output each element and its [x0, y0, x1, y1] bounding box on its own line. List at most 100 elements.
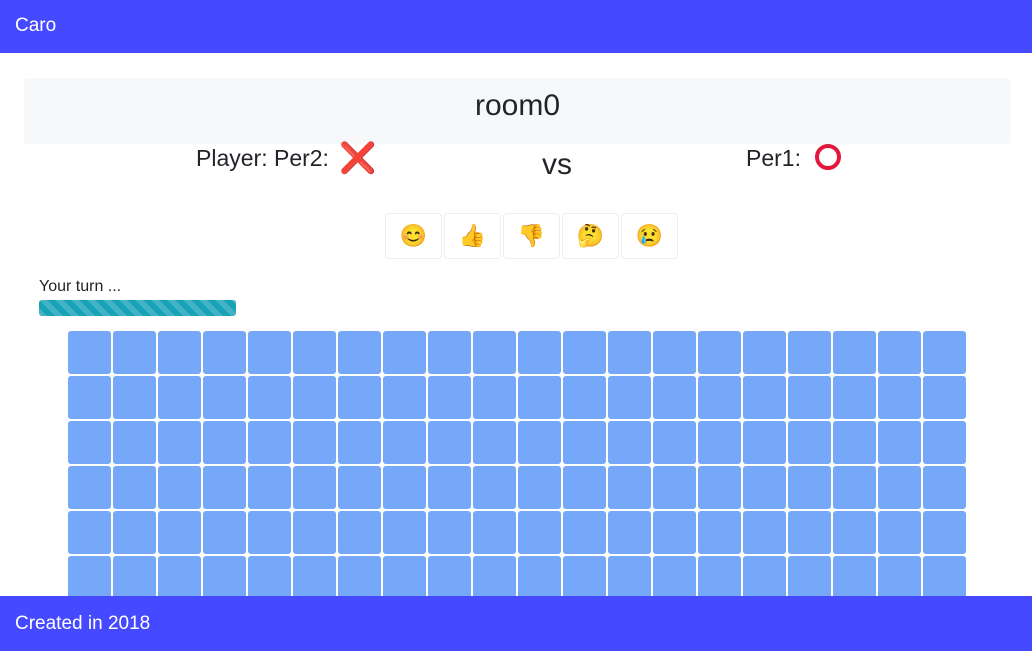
board-cell[interactable] — [293, 511, 336, 554]
board-cell[interactable] — [923, 466, 966, 509]
board-cell[interactable] — [788, 511, 831, 554]
reaction-crying-button[interactable]: 😢 — [621, 213, 678, 259]
board-cell[interactable] — [113, 331, 156, 374]
board-cell[interactable] — [878, 376, 921, 419]
board-cell[interactable] — [158, 421, 201, 464]
board-cell[interactable] — [203, 376, 246, 419]
board-cell[interactable] — [428, 466, 471, 509]
board-cell[interactable] — [833, 421, 876, 464]
board-cell[interactable] — [563, 466, 606, 509]
board-cell[interactable] — [518, 466, 561, 509]
board-cell[interactable] — [158, 331, 201, 374]
board-cell[interactable] — [158, 511, 201, 554]
board-cell[interactable] — [788, 331, 831, 374]
board-cell[interactable] — [338, 511, 381, 554]
board-cell[interactable] — [878, 421, 921, 464]
board-cell[interactable] — [248, 466, 291, 509]
board-cell[interactable] — [878, 331, 921, 374]
board-cell[interactable] — [698, 466, 741, 509]
board-cell[interactable] — [923, 556, 966, 596]
board-cell[interactable] — [518, 511, 561, 554]
board-cell[interactable] — [158, 376, 201, 419]
board-cell[interactable] — [833, 376, 876, 419]
board-cell[interactable] — [518, 376, 561, 419]
board-cell[interactable] — [383, 556, 426, 596]
board-cell[interactable] — [608, 556, 651, 596]
board-cell[interactable] — [248, 421, 291, 464]
board-cell[interactable] — [428, 511, 471, 554]
board-cell[interactable] — [563, 331, 606, 374]
board-cell[interactable] — [383, 331, 426, 374]
board-cell[interactable] — [923, 421, 966, 464]
board-cell[interactable] — [743, 331, 786, 374]
board-cell[interactable] — [833, 511, 876, 554]
board-cell[interactable] — [653, 466, 696, 509]
board-cell[interactable] — [518, 556, 561, 596]
board-cell[interactable] — [68, 466, 111, 509]
board-cell[interactable] — [158, 556, 201, 596]
board-cell[interactable] — [878, 511, 921, 554]
board-cell[interactable] — [788, 556, 831, 596]
board-cell[interactable] — [338, 466, 381, 509]
board-cell[interactable] — [608, 421, 651, 464]
board-cell[interactable] — [473, 556, 516, 596]
board-cell[interactable] — [203, 331, 246, 374]
board-cell[interactable] — [518, 331, 561, 374]
board-cell[interactable] — [293, 466, 336, 509]
board-cell[interactable] — [608, 331, 651, 374]
board-cell[interactable] — [923, 511, 966, 554]
board-cell[interactable] — [878, 556, 921, 596]
board-cell[interactable] — [923, 376, 966, 419]
board-cell[interactable] — [833, 466, 876, 509]
board-cell[interactable] — [113, 511, 156, 554]
board-cell[interactable] — [293, 376, 336, 419]
board-cell[interactable] — [833, 556, 876, 596]
board-cell[interactable] — [248, 556, 291, 596]
board-cell[interactable] — [743, 466, 786, 509]
board-cell[interactable] — [788, 466, 831, 509]
app-title[interactable]: Caro — [15, 15, 56, 36]
board-cell[interactable] — [383, 421, 426, 464]
reaction-smile-button[interactable]: 😊 — [385, 213, 442, 259]
board-cell[interactable] — [608, 511, 651, 554]
board-cell[interactable] — [113, 556, 156, 596]
board-cell[interactable] — [743, 511, 786, 554]
board-cell[interactable] — [383, 466, 426, 509]
board-cell[interactable] — [698, 556, 741, 596]
board-cell[interactable] — [923, 331, 966, 374]
board-cell[interactable] — [473, 331, 516, 374]
board-cell[interactable] — [743, 556, 786, 596]
board-cell[interactable] — [203, 421, 246, 464]
board-cell[interactable] — [698, 376, 741, 419]
board-cell[interactable] — [428, 376, 471, 419]
board-cell[interactable] — [248, 511, 291, 554]
board-cell[interactable] — [473, 376, 516, 419]
board-cell[interactable] — [68, 331, 111, 374]
board-cell[interactable] — [608, 376, 651, 419]
board-cell[interactable] — [473, 421, 516, 464]
board-cell[interactable] — [68, 376, 111, 419]
board-cell[interactable] — [653, 376, 696, 419]
board-cell[interactable] — [788, 376, 831, 419]
board-cell[interactable] — [563, 556, 606, 596]
board-cell[interactable] — [203, 466, 246, 509]
board-cell[interactable] — [473, 466, 516, 509]
reaction-thumbs-up-button[interactable]: 👍 — [444, 213, 501, 259]
board-cell[interactable] — [698, 331, 741, 374]
board-cell[interactable] — [473, 511, 516, 554]
board-cell[interactable] — [68, 421, 111, 464]
board-cell[interactable] — [68, 511, 111, 554]
board-cell[interactable] — [113, 376, 156, 419]
board-cell[interactable] — [338, 556, 381, 596]
board-cell[interactable] — [338, 421, 381, 464]
board-cell[interactable] — [653, 331, 696, 374]
board-cell[interactable] — [833, 331, 876, 374]
board-cell[interactable] — [428, 421, 471, 464]
board-cell[interactable] — [608, 466, 651, 509]
board-cell[interactable] — [338, 376, 381, 419]
board-cell[interactable] — [428, 331, 471, 374]
board-cell[interactable] — [203, 511, 246, 554]
board-cell[interactable] — [563, 511, 606, 554]
board-cell[interactable] — [113, 421, 156, 464]
board-cell[interactable] — [743, 376, 786, 419]
